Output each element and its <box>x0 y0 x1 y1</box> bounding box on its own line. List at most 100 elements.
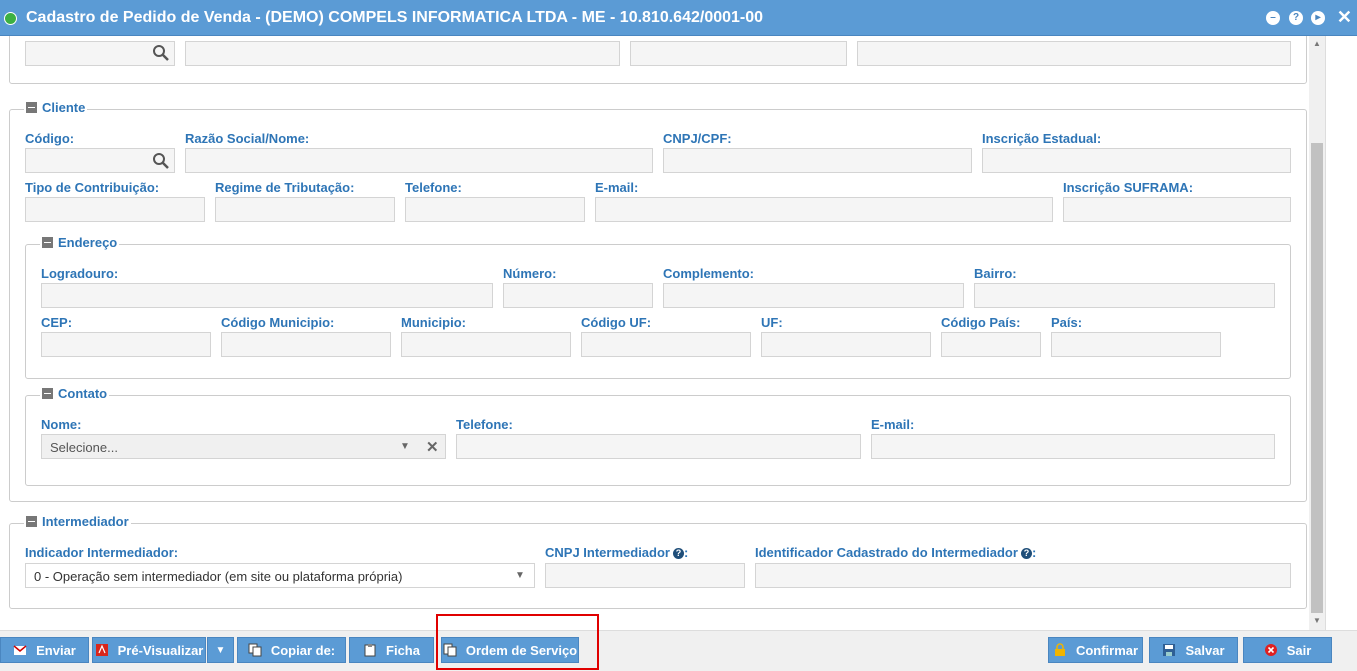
help-icon[interactable]: ? <box>1020 548 1032 560</box>
telefone-input[interactable] <box>405 197 585 222</box>
municipio-input[interactable] <box>401 332 571 357</box>
sair-button[interactable]: Sair <box>1243 637 1332 663</box>
tipo-label: Tipo de Contribuição: <box>25 180 160 195</box>
cliente-legend-text: Cliente <box>42 100 86 115</box>
numero-input[interactable] <box>503 283 653 308</box>
sair-label: Sair <box>1286 642 1312 658</box>
indicador-label: Indicador Intermediador: <box>25 545 179 560</box>
intermediador-legend[interactable]: Intermediador <box>24 514 131 529</box>
save-icon <box>1163 644 1176 656</box>
form-content: Cliente Código: Razão Social/Nome: CNPJ/… <box>0 36 1325 630</box>
identificador-label: Identificador Cadastrado do Intermediado… <box>755 545 1037 560</box>
previsualizar-dropdown[interactable]: ▼ <box>207 637 234 663</box>
chevron-down-icon: ▼ <box>215 644 226 656</box>
contato-nome-label: Nome: <box>41 417 82 432</box>
cod-uf-label: Código UF: <box>581 315 652 330</box>
minimize-icon[interactable]: – <box>1266 11 1280 25</box>
regime-label: Regime de Tributação: <box>215 180 355 195</box>
bairro-input[interactable] <box>974 283 1275 308</box>
telefone-label: Telefone: <box>405 180 462 195</box>
cnpj-intermediador-input[interactable] <box>545 563 745 588</box>
top-field-4[interactable] <box>857 41 1291 66</box>
confirmar-button[interactable]: Confirmar <box>1048 637 1143 663</box>
lock-icon <box>1054 643 1065 656</box>
app-icon <box>4 12 17 25</box>
complemento-input[interactable] <box>663 283 964 308</box>
cod-pais-input[interactable] <box>941 332 1041 357</box>
contato-email-label: E-mail: <box>871 417 915 432</box>
tipo-input[interactable] <box>25 197 205 222</box>
bottom-toolbar: Enviar Pré-Visualizar ▼ Copiar de: Ficha… <box>0 630 1357 671</box>
clear-icon[interactable]: ✕ <box>426 438 439 456</box>
cnpj-intermediador-label-text: CNPJ Intermediador <box>545 545 670 560</box>
regime-input[interactable] <box>215 197 395 222</box>
cnpj-input[interactable] <box>663 148 972 173</box>
ficha-label: Ficha <box>386 642 420 658</box>
indicador-select[interactable]: 0 - Operação sem intermediador (em site … <box>25 563 535 588</box>
pdf-icon <box>95 644 108 656</box>
numero-label: Número: <box>503 266 557 281</box>
salvar-label: Salvar <box>1185 642 1225 658</box>
collapse-icon[interactable] <box>42 237 53 248</box>
cliente-legend[interactable]: Cliente <box>24 100 88 115</box>
contato-telefone-input[interactable] <box>456 434 861 459</box>
clipboard-icon <box>364 644 376 657</box>
razao-label: Razão Social/Nome: <box>185 131 310 146</box>
ficha-button[interactable]: Ficha <box>349 637 434 663</box>
contato-legend[interactable]: Contato <box>40 386 110 401</box>
search-icon[interactable] <box>152 44 170 62</box>
cod-municipio-label: Código Municipio: <box>221 315 335 330</box>
pais-input[interactable] <box>1051 332 1221 357</box>
cep-label: CEP: <box>41 315 73 330</box>
help-icon[interactable]: ? <box>1289 11 1303 25</box>
indicador-value: 0 - Operação sem intermediador (em site … <box>34 569 403 584</box>
suframa-input[interactable] <box>1063 197 1291 222</box>
vertical-scrollbar[interactable]: ▲ ▼ <box>1309 36 1325 630</box>
logradouro-input[interactable] <box>41 283 493 308</box>
contato-email-input[interactable] <box>871 434 1275 459</box>
cep-input[interactable] <box>41 332 211 357</box>
municipio-label: Municipio: <box>401 315 466 330</box>
email-label: E-mail: <box>595 180 639 195</box>
contato-nome-select[interactable]: Selecione... <box>41 434 446 459</box>
bairro-label: Bairro: <box>974 266 1017 281</box>
identificador-label-text: Identificador Cadastrado do Intermediado… <box>755 545 1018 560</box>
top-name-input[interactable] <box>185 41 620 66</box>
copiar-button[interactable]: Copiar de: <box>237 637 346 663</box>
window-titlebar: Cadastro de Pedido de Venda - (DEMO) COM… <box>0 0 1357 36</box>
highlight-box <box>436 614 599 670</box>
cnpj-label: CNPJ/CPF: <box>663 131 732 146</box>
top-field-3[interactable] <box>630 41 847 66</box>
play-icon[interactable]: ▸ <box>1311 11 1325 25</box>
cod-uf-input[interactable] <box>581 332 751 357</box>
help-icon[interactable]: ? <box>672 548 684 560</box>
ie-label: Inscrição Estadual: <box>982 131 1102 146</box>
scroll-down-icon[interactable]: ▼ <box>1313 616 1321 625</box>
uf-input[interactable] <box>761 332 931 357</box>
close-icon[interactable]: ✕ <box>1337 8 1352 26</box>
razao-input[interactable] <box>185 148 653 173</box>
collapse-icon[interactable] <box>26 102 37 113</box>
enviar-button[interactable]: Enviar <box>0 637 89 663</box>
ie-input[interactable] <box>982 148 1291 173</box>
endereco-legend[interactable]: Endereço <box>40 235 120 250</box>
scroll-up-icon[interactable]: ▲ <box>1313 39 1321 48</box>
identificador-input[interactable] <box>755 563 1291 588</box>
endereco-panel <box>25 244 1291 379</box>
collapse-icon[interactable] <box>42 388 53 399</box>
chevron-down-icon[interactable]: ▼ <box>400 441 410 452</box>
cod-municipio-input[interactable] <box>221 332 391 357</box>
exit-icon <box>1264 644 1277 656</box>
logradouro-label: Logradouro: <box>41 266 119 281</box>
collapse-icon[interactable] <box>26 516 37 527</box>
confirmar-label: Confirmar <box>1075 642 1139 658</box>
previsualizar-button[interactable]: Pré-Visualizar <box>92 637 206 663</box>
email-input[interactable] <box>595 197 1053 222</box>
complemento-label: Complemento: <box>663 266 754 281</box>
chevron-down-icon[interactable]: ▼ <box>515 570 525 581</box>
search-icon[interactable] <box>152 152 170 170</box>
salvar-button[interactable]: Salvar <box>1149 637 1238 663</box>
contato-telefone-label: Telefone: <box>456 417 513 432</box>
intermediador-legend-text: Intermediador <box>42 514 129 529</box>
scrollbar-thumb[interactable] <box>1311 143 1323 613</box>
